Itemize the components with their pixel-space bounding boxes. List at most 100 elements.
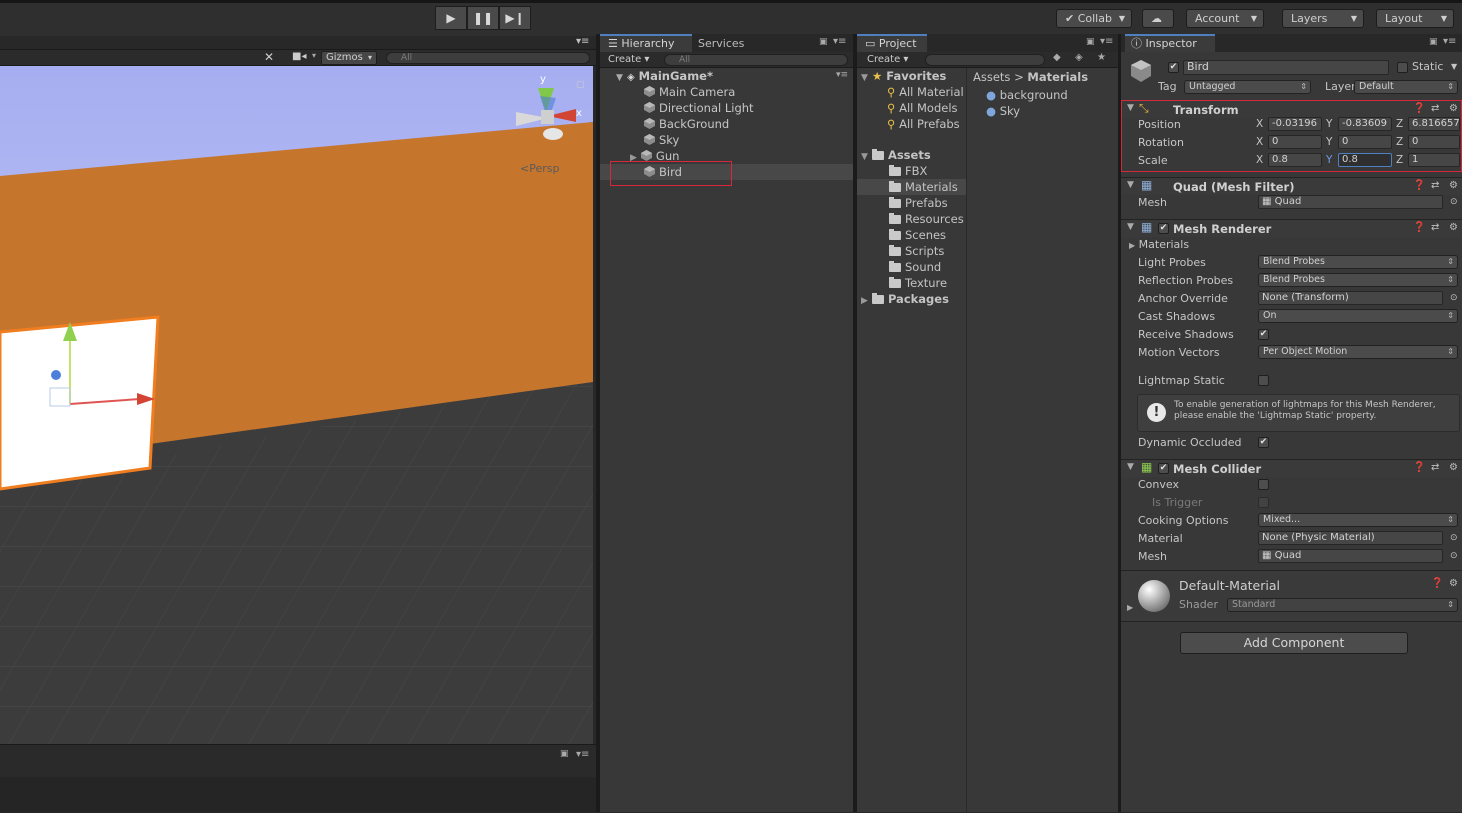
hierarchy-item-directional-light[interactable]: Directional Light — [644, 100, 885, 116]
mesh-filter-component-header[interactable]: ▼ ▦ Quad (Mesh Filter) ❓ ⇄ ⚙ — [1121, 177, 1462, 195]
scale-y-field[interactable]: 0.8 — [1338, 153, 1392, 167]
filter-type-icon[interactable]: ◆ — [1053, 52, 1061, 63]
position-y-field[interactable]: -0.83609 — [1338, 117, 1392, 131]
scale-z-label[interactable]: Z — [1396, 153, 1403, 167]
lock-icon[interactable]: ▣ — [819, 37, 828, 47]
hierarchy-search-input[interactable]: All — [664, 54, 848, 66]
dynamic-occluded-checkbox[interactable]: ✔ — [1258, 437, 1269, 448]
star-icon[interactable]: ★ — [1097, 52, 1106, 63]
preset-icon[interactable]: ⇄ — [1431, 462, 1439, 473]
light-probes-dropdown[interactable]: Blend Probes — [1258, 255, 1458, 269]
folder-scripts[interactable]: Scripts — [889, 243, 944, 259]
object-picker-icon[interactable]: ⊙ — [1450, 195, 1458, 209]
mesh-collider-component-header[interactable]: ▼ ▦ ✔ Mesh Collider ❓ ⇄ ⚙ — [1121, 459, 1462, 477]
tab-hierarchy[interactable]: ☰ Hierarchy — [600, 34, 692, 52]
rotation-z-field[interactable]: 0 — [1408, 135, 1460, 149]
camera-icon[interactable]: ■◂ — [292, 51, 306, 62]
folder-prefabs[interactable]: Prefabs — [889, 195, 948, 211]
shader-dropdown[interactable]: Standard — [1227, 598, 1458, 612]
expand-arrow-icon[interactable]: ▼ — [1127, 180, 1134, 190]
scale-z-field[interactable]: 1 — [1408, 153, 1460, 167]
panel-menu-icon[interactable]: ▾≡ — [1100, 36, 1113, 47]
help-icon[interactable]: ❓ — [1431, 578, 1443, 589]
breadcrumb-root[interactable]: Assets — [973, 70, 1010, 84]
position-x-field[interactable]: -0.03196 — [1268, 117, 1322, 131]
expand-arrow-icon[interactable]: ▼ — [1127, 222, 1134, 232]
rotation-y-label[interactable]: Y — [1326, 135, 1332, 149]
object-picker-icon[interactable]: ⊙ — [1450, 291, 1458, 305]
folder-sound[interactable]: Sound — [889, 259, 941, 275]
gizmos-dropdown[interactable]: Gizmos ▾ — [321, 51, 377, 65]
collider-mesh-field[interactable]: ▦ Quad — [1258, 549, 1443, 563]
project-create-button[interactable]: Create ▾ — [867, 52, 908, 67]
material-item-sky[interactable]: ● Sky — [986, 103, 1020, 119]
rotation-x-label[interactable]: X — [1256, 135, 1263, 149]
is-trigger-checkbox[interactable] — [1258, 497, 1269, 508]
hierarchy-create-button[interactable]: Create ▾ — [608, 52, 649, 67]
panel-menu-icon[interactable]: ▾≡ — [833, 36, 846, 47]
gear-icon[interactable]: ⚙ — [1449, 180, 1458, 191]
scale-label[interactable]: Scale — [1138, 152, 1168, 169]
motion-vectors-dropdown[interactable]: Per Object Motion — [1258, 345, 1458, 359]
object-picker-icon[interactable]: ⊙ — [1450, 549, 1458, 563]
scale-x-field[interactable]: 0.8 — [1268, 153, 1322, 167]
lock-icon[interactable]: ▣ — [560, 749, 569, 759]
favorite-all-materials[interactable]: ⚲ All Material — [887, 84, 964, 100]
material-item-background[interactable]: ● background — [986, 87, 1068, 103]
object-name-input[interactable]: Bird — [1183, 60, 1389, 75]
filter-label-icon[interactable]: ◈ — [1075, 52, 1083, 63]
add-component-button[interactable]: Add Component — [1180, 632, 1408, 654]
gear-icon[interactable]: ⚙ — [1449, 578, 1458, 589]
panel-menu-icon[interactable]: ▾≡ — [576, 749, 589, 760]
play-button[interactable]: ▶ — [435, 6, 467, 30]
rotation-x-field[interactable]: 0 — [1268, 135, 1322, 149]
cloud-button[interactable]: ☁ — [1142, 9, 1174, 28]
help-icon[interactable]: ❓ — [1413, 462, 1425, 473]
pause-button[interactable]: ❚❚ — [467, 6, 499, 30]
scene-root-row[interactable]: ▼ ◈ MainGame* — [616, 68, 857, 84]
favorite-all-prefabs[interactable]: ⚲ All Prefabs — [887, 116, 960, 132]
hierarchy-item-gun[interactable]: ▶ Gun — [630, 148, 830, 164]
object-active-checkbox[interactable]: ✔ — [1168, 62, 1179, 73]
position-x-label[interactable]: X — [1256, 117, 1263, 131]
scale-x-label[interactable]: X — [1256, 153, 1263, 167]
collab-button[interactable]: ✔ Collab ▼ — [1056, 9, 1132, 28]
favorite-all-models[interactable]: ⚲ All Models — [887, 100, 958, 116]
tab-inspector[interactable]: ⓘ Inspector — [1125, 34, 1215, 52]
help-icon[interactable]: ❓ — [1413, 180, 1425, 191]
hierarchy-item-sky[interactable]: Sky — [644, 132, 885, 148]
position-y-label[interactable]: Y — [1326, 117, 1332, 131]
scene-search-input[interactable]: All — [386, 52, 590, 64]
help-icon[interactable]: ❓ — [1413, 222, 1425, 233]
position-z-label[interactable]: Z — [1396, 117, 1403, 131]
chevron-down-icon[interactable]: ▼ — [1451, 60, 1457, 74]
position-label[interactable]: Position — [1138, 116, 1181, 133]
panel-menu-icon[interactable]: ▾≡ — [576, 36, 589, 47]
persp-toggle[interactable]: <Persp — [520, 162, 559, 175]
lock-icon[interactable]: ▣ — [1429, 37, 1438, 47]
lock-icon[interactable]: ▣ — [1086, 37, 1095, 47]
gear-icon[interactable]: ⚙ — [1449, 222, 1458, 233]
breadcrumb-current[interactable]: Materials — [1027, 70, 1088, 84]
receive-shadows-checkbox[interactable]: ✔ — [1258, 329, 1269, 340]
cooking-options-dropdown[interactable]: Mixed... — [1258, 513, 1458, 527]
project-search-input[interactable] — [925, 54, 1045, 66]
hierarchy-item-background[interactable]: BackGround — [644, 116, 885, 132]
collider-material-field[interactable]: None (Physic Material) — [1258, 531, 1443, 545]
tools-icon[interactable]: ✕ — [264, 50, 274, 64]
favorites-row[interactable]: ▼ ★ Favorites — [861, 68, 946, 84]
folder-resources[interactable]: Resources — [889, 211, 964, 227]
lock-icon[interactable]: ▢ — [576, 80, 585, 90]
preset-icon[interactable]: ⇄ — [1431, 180, 1439, 191]
reflection-probes-dropdown[interactable]: Blend Probes — [1258, 273, 1458, 287]
scene-viewport[interactable]: y x ▢ <Persp — [0, 66, 593, 744]
object-picker-icon[interactable]: ⊙ — [1450, 531, 1458, 545]
tab-project[interactable]: ▭ Project — [857, 34, 927, 52]
scene-menu-icon[interactable]: ▾≡ — [836, 70, 848, 80]
folder-scenes[interactable]: Scenes — [889, 227, 946, 243]
scale-y-label[interactable]: Y — [1326, 153, 1332, 167]
static-checkbox[interactable] — [1397, 62, 1408, 73]
lightmap-static-checkbox[interactable] — [1258, 375, 1269, 386]
panel-menu-icon[interactable]: ▾≡ — [1443, 36, 1456, 47]
materials-foldout[interactable]: ▶ Materials — [1129, 236, 1189, 253]
